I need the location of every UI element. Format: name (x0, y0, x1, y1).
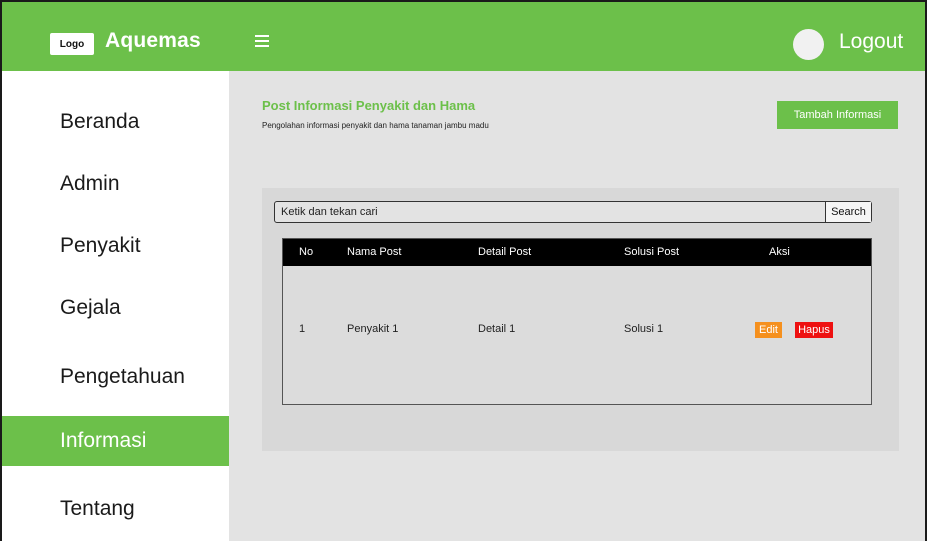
cell-detail-post: Detail 1 (478, 323, 516, 335)
sidebar-item-admin[interactable]: Admin (2, 160, 229, 208)
main-content: Post Informasi Penyakit dan Hama Pengola… (229, 71, 925, 541)
search-input[interactable] (275, 202, 820, 222)
hamburger-menu-icon[interactable] (255, 35, 269, 47)
page-title: Post Informasi Penyakit dan Hama (262, 98, 476, 113)
edit-button[interactable]: Edit (755, 322, 782, 338)
sidebar-item-tentang[interactable]: Tentang (2, 485, 229, 533)
sidebar-item-pengetahuan[interactable]: Pengetahuan (2, 353, 229, 401)
search-bar: Search (274, 201, 872, 223)
column-header-detail-post: Detail Post (478, 246, 532, 258)
column-header-nama-post: Nama Post (347, 246, 402, 258)
column-header-aksi: Aksi (769, 246, 790, 258)
column-header-solusi-post: Solusi Post (624, 246, 680, 258)
logo: Logo (50, 33, 94, 55)
content-panel: Search No Nama Post Detail Post Solusi P… (262, 188, 899, 451)
cell-nama-post: Penyakit 1 (347, 323, 399, 335)
user-avatar-icon[interactable] (793, 29, 824, 60)
add-information-button[interactable]: Tambah Informasi (777, 101, 898, 129)
search-button[interactable]: Search (825, 202, 871, 222)
sidebar-item-gejala[interactable]: Gejala (2, 284, 229, 332)
table-header: No Nama Post Detail Post Solusi Post Aks… (283, 239, 871, 266)
sidebar-item-penyakit[interactable]: Penyakit (2, 222, 229, 270)
cell-no: 1 (299, 323, 306, 335)
page-subtitle: Pengolahan informasi penyakit dan hama t… (262, 121, 489, 130)
column-header-no: No (299, 246, 314, 258)
sidebar: Beranda Admin Penyakit Gejala Pengetahua… (2, 71, 229, 541)
logout-link[interactable]: Logout (839, 30, 903, 54)
top-bar: Logo Aquemas Logout (2, 2, 925, 71)
cell-solusi-post: Solusi 1 (624, 323, 664, 335)
sidebar-item-informasi[interactable]: Informasi (2, 416, 229, 466)
app-frame: Logo Aquemas Logout Beranda Admin Penyak… (0, 0, 927, 541)
post-table: No Nama Post Detail Post Solusi Post Aks… (282, 238, 872, 405)
brand-name: Aquemas (105, 29, 201, 52)
sidebar-item-beranda[interactable]: Beranda (2, 98, 229, 146)
delete-button[interactable]: Hapus (795, 322, 833, 338)
